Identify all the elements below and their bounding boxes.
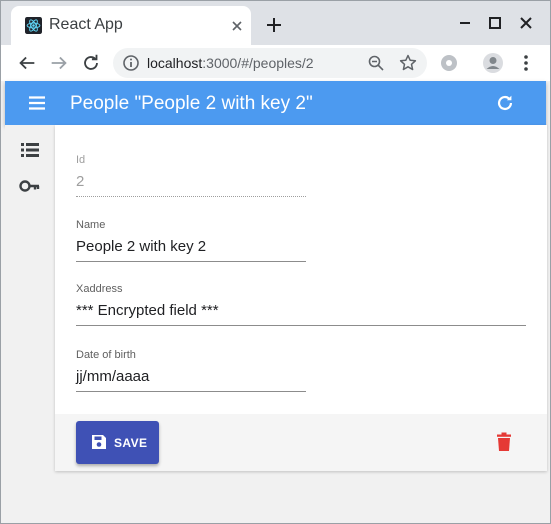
react-icon [25, 17, 42, 34]
page-title: People "People 2 with key 2" [70, 93, 313, 114]
star-icon[interactable] [399, 54, 417, 72]
forward-icon[interactable] [48, 52, 70, 74]
back-icon[interactable] [16, 52, 38, 74]
url-host: localhost [147, 55, 203, 71]
id-label: Id [76, 154, 86, 166]
list-icon[interactable] [19, 139, 41, 161]
browser-toolbar: localhost:3000/#/peoples/2 [1, 45, 550, 81]
browser-window: React App localhost:3000/#/peoples/2 Peo… [0, 0, 551, 524]
save-icon [92, 435, 106, 449]
more-icon[interactable] [515, 52, 537, 74]
close-icon[interactable] [229, 18, 245, 34]
tab-title: React App [49, 16, 123, 33]
address-bar[interactable]: localhost:3000/#/peoples/2 [113, 48, 427, 78]
refresh-icon[interactable] [494, 92, 516, 114]
menu-icon[interactable] [27, 93, 47, 113]
minimize-icon[interactable] [455, 13, 475, 33]
reload-icon[interactable] [80, 52, 102, 74]
tab-strip: React App [1, 1, 550, 45]
form-toolbar: SAVE [55, 414, 547, 471]
save-button[interactable]: SAVE [76, 421, 159, 464]
id-field: Id 2 [76, 154, 306, 197]
date-of-birth-label: Date of birth [76, 349, 136, 361]
url-text: localhost:3000/#/peoples/2 [147, 55, 314, 71]
save-label: SAVE [114, 436, 148, 450]
profile-icon[interactable] [482, 52, 504, 74]
delete-icon[interactable] [493, 431, 515, 453]
extension-icon[interactable] [438, 52, 460, 74]
edit-form-card: Id 2 Name People 2 with key 2 Xaddress *… [55, 125, 547, 471]
close-window-icon[interactable] [516, 13, 536, 33]
name-label: Name [76, 219, 106, 231]
date-of-birth-field[interactable]: Date of birth jj/mm/aaaa [76, 349, 306, 392]
browser-tab[interactable]: React App [11, 6, 251, 45]
key-icon[interactable] [19, 175, 41, 197]
url-path: :3000/#/peoples/2 [202, 55, 314, 71]
name-input[interactable]: People 2 with key 2 [76, 238, 306, 262]
id-value: 2 [76, 173, 306, 197]
xaddress-input[interactable]: *** Encrypted field *** [76, 302, 526, 326]
app-bar: People "People 2 with key 2" [5, 81, 546, 125]
xaddress-field[interactable]: Xaddress *** Encrypted field *** [76, 283, 526, 326]
zoom-icon[interactable] [367, 54, 385, 72]
info-icon[interactable] [122, 54, 140, 72]
maximize-icon[interactable] [485, 13, 505, 33]
xaddress-label: Xaddress [76, 283, 123, 295]
plus-icon[interactable] [264, 15, 284, 35]
side-nav [5, 125, 55, 521]
date-of-birth-input[interactable]: jj/mm/aaaa [76, 368, 306, 392]
name-field[interactable]: Name People 2 with key 2 [76, 219, 306, 262]
